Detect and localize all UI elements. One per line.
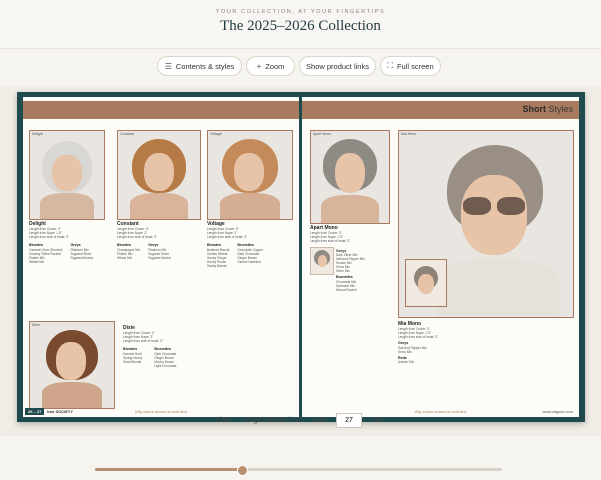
photo-tag: Voltage — [210, 132, 222, 136]
flipbook[interactable]: Delight Delight Length from Crown: 3" Le… — [17, 92, 585, 422]
header-kicker: YOUR COLLECTION, AT YOUR FINGERTIPS — [215, 9, 386, 15]
spec-line: Length from side of head: 3" — [117, 235, 157, 240]
slider-fill — [95, 468, 242, 471]
photo-tag: Constant — [120, 132, 135, 136]
spec-line: Length from side of head: 3" — [123, 339, 163, 344]
product-photo-apart-mono[interactable]: Apart Mono — [310, 130, 390, 224]
footer-url: www.wigsuk.com — [542, 409, 573, 414]
shade-item: Sand Blonde — [123, 359, 142, 364]
fullscreen-icon: ⛶ — [387, 61, 393, 70]
slider-knob[interactable] — [236, 465, 248, 476]
first-page-button[interactable]: First — [216, 417, 230, 424]
contents-button-label: Contents & styles — [175, 61, 235, 71]
right-page[interactable]: Short Styles Apart Mono Apart Mono Lengt… — [302, 97, 579, 417]
zoom-button-label: Zoom — [265, 61, 285, 71]
zoom-button[interactable]: + Zoom — [246, 56, 295, 76]
product-info-delight: Delight Length from Crown: 3" Length fro… — [29, 221, 119, 264]
inset-photo[interactable] — [405, 259, 447, 307]
product-photo-delight[interactable]: Delight — [29, 130, 105, 220]
section-bar — [23, 101, 299, 119]
product-photo-voltage[interactable]: Voltage — [207, 130, 293, 220]
model-face — [234, 153, 264, 191]
left-page[interactable]: Delight Delight Length from Crown: 3" Le… — [23, 97, 299, 417]
model-shoulders — [435, 259, 559, 317]
model-face — [56, 342, 86, 380]
sunglasses-lens — [463, 197, 491, 215]
show-links-label: Show product links — [306, 61, 369, 71]
shade-item: Sugared Mocha — [70, 255, 93, 260]
shade-item: Auburn Mix — [398, 360, 415, 365]
viewer-toolbar: ☰ Contents & styles + Zoom Show product … — [0, 56, 601, 78]
model-face — [335, 153, 365, 193]
page-header: YOUR COLLECTION, AT YOUR FINGERTIPS The … — [0, 0, 601, 49]
model-shoulders — [321, 195, 379, 223]
page-indicator: Pages 26–27 / 72 — [245, 417, 300, 424]
last-page-button[interactable]: Last — [312, 417, 325, 424]
shade-item: Sugared Mocha — [148, 255, 171, 260]
model-shoulders — [130, 193, 188, 219]
fullscreen-label: Full screen — [396, 61, 434, 71]
spec-line: Length from side of head: 3" — [398, 335, 438, 340]
section-title-bold: Short — [522, 104, 546, 114]
product-photo-mia-mono[interactable]: Mia Mono — [398, 130, 574, 318]
photo-tag: Apart Mono — [313, 132, 332, 136]
shade-item: Snow Mix — [398, 349, 412, 354]
photo-tag: Dixie — [32, 323, 40, 327]
shade-item: Light Chocolate — [154, 363, 177, 368]
shade-item: Glazed Hazelnut — [237, 259, 261, 264]
section-title-light: Styles — [548, 104, 573, 114]
model-shoulders — [42, 382, 102, 408]
product-photo-dixie[interactable]: Dixie — [29, 321, 115, 409]
page-slider[interactable] — [95, 465, 502, 476]
model-shoulders — [40, 193, 94, 219]
footer-note: Wig colour shown in bold text — [134, 409, 188, 414]
model-face — [461, 175, 527, 255]
go-button[interactable]: Go — [373, 417, 382, 424]
model-shoulders — [220, 193, 280, 219]
spec-line: Length from side of head: 4" — [207, 235, 247, 240]
product-photo-constant[interactable]: Constant — [117, 130, 201, 220]
shade-item: Sandy Blonde — [207, 263, 227, 268]
model-face — [418, 274, 434, 294]
page-title: The 2025–2026 Collection — [220, 18, 381, 34]
product-shades-apart-mono: Greys Dark Silver Mix Salt and Pepper Mi… — [336, 247, 396, 292]
shade-item: Silver Mix — [336, 269, 350, 274]
shade-item: Wheat Mix — [29, 259, 45, 264]
plus-icon: + — [256, 61, 262, 71]
photo-tag: Delight — [32, 132, 43, 136]
photo-tag: Mia Mono — [401, 132, 417, 136]
model-face — [144, 153, 174, 191]
spec-line: Length from side of head: 3" — [29, 235, 69, 240]
model-face — [318, 255, 327, 267]
spec-line: Length from side of head: 3" — [310, 239, 350, 244]
product-info-mia-mono: Mia Mono Length from Crown: 3" Length fr… — [398, 321, 508, 364]
page-number-input[interactable] — [336, 413, 362, 428]
section-title: Short Styles — [522, 104, 573, 114]
show-links-button[interactable]: Show product links — [299, 56, 376, 76]
shade-item: Mocca Rooted — [336, 287, 357, 292]
contents-button[interactable]: ☰ Contents & styles — [157, 56, 242, 76]
sunglasses-lens — [497, 197, 525, 215]
shade-item: Wheat Mix — [117, 255, 133, 260]
flipbook-stage: Delight Delight Length from Crown: 3" Le… — [0, 86, 601, 436]
product-info-constant: Constant Length from Crown: 4" Length fr… — [117, 221, 203, 260]
fullscreen-button[interactable]: ⛶ Full screen — [380, 56, 441, 76]
product-info-apart-mono: Apart Mono Length from Crown: 3" Length … — [310, 225, 400, 243]
product-info-dixie: Dixie Length from Crown: 4" Length from … — [123, 325, 283, 368]
product-info-voltage: Voltage Length from Crown: 5" Length fro… — [207, 221, 295, 268]
product-thumbnail[interactable] — [310, 247, 334, 275]
model-face — [52, 155, 82, 191]
list-icon: ☰ — [164, 61, 172, 71]
left-page-footer: 26 – 27 hair SOCIETY Wig colour shown in… — [23, 406, 299, 415]
